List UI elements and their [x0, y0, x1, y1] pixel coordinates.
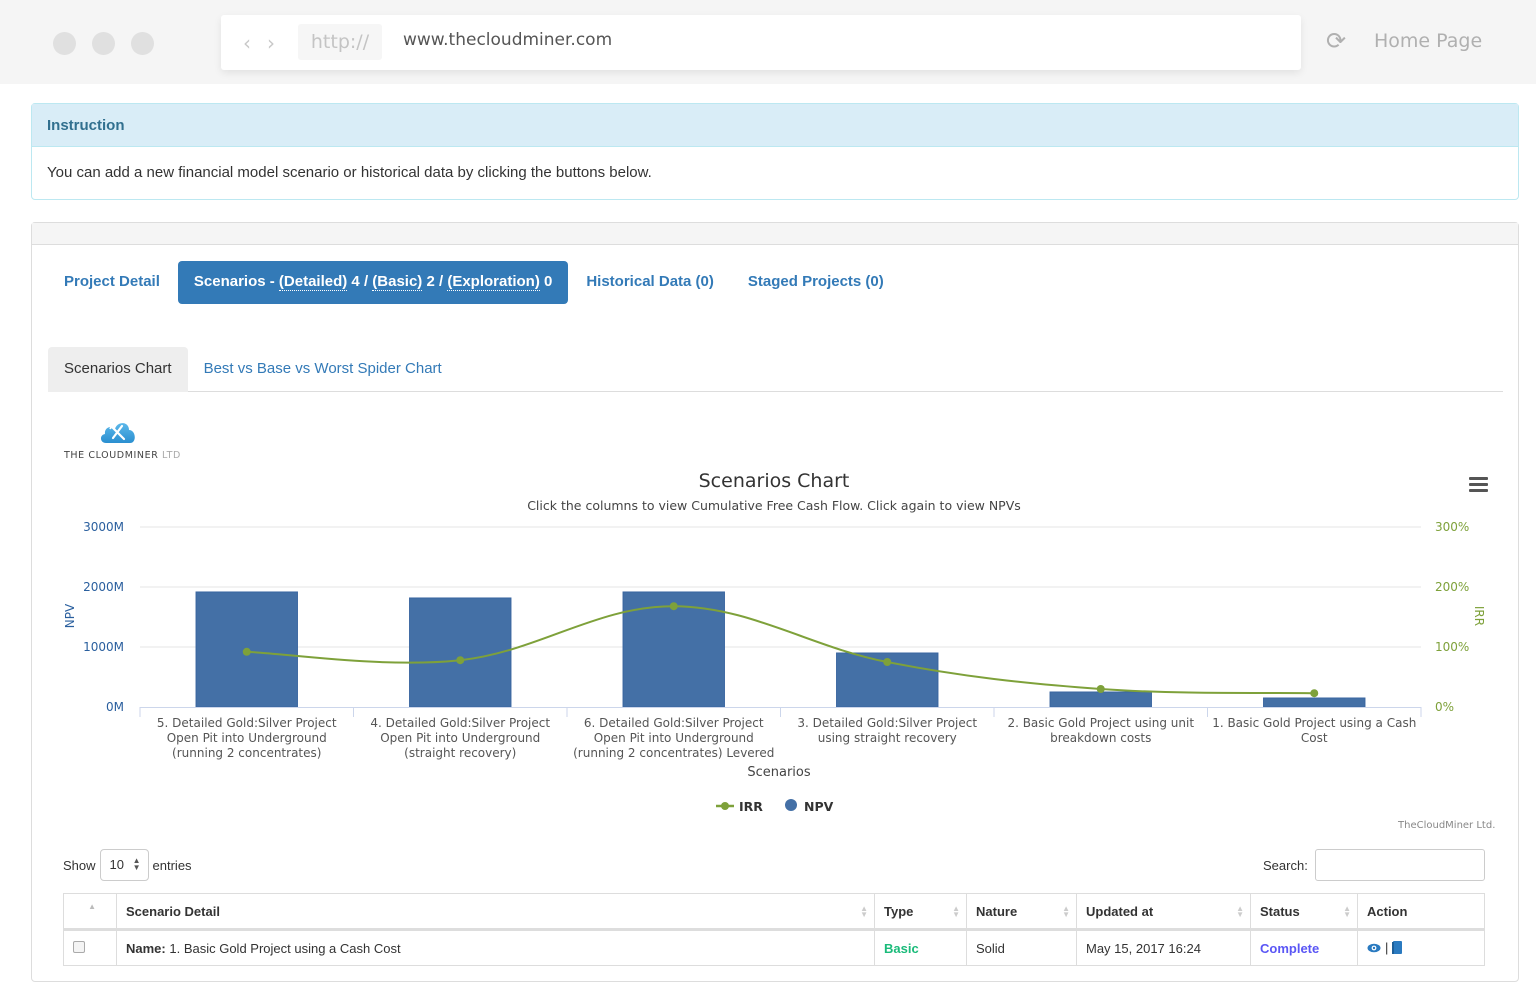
npv-bar[interactable]: [409, 597, 512, 708]
irr-point[interactable]: [883, 658, 892, 666]
x-tick-label: 3. Detailed Gold:Silver Project using str…: [797, 716, 977, 745]
sort-icon: ▲ ▼: [1343, 904, 1351, 919]
home-page-link[interactable]: Home Page: [1374, 30, 1482, 52]
url-text[interactable]: www.thecloudminer.com: [403, 30, 612, 50]
instruction-panel: Instruction You can add a new financial …: [31, 103, 1519, 200]
chart-credits[interactable]: TheCloudMiner Ltd.: [1398, 820, 1495, 831]
y-axis-title: NPV: [63, 603, 77, 628]
chart-menu-icon[interactable]: [1469, 477, 1488, 492]
legend: IRR NPV: [716, 799, 834, 814]
scenarios-chart: Scenarios Chart Click the columns to vie…: [63, 470, 1486, 814]
x-tick-label: 4. Detailed Gold:Silver Project Open Pit …: [370, 716, 550, 760]
column-header-action: Action: [1357, 893, 1485, 931]
legend-npv-label: NPV: [804, 799, 834, 814]
legend-irr-label: IRR: [739, 799, 763, 814]
column-header-select[interactable]: ▲: [63, 893, 117, 931]
y2-tick-label: 100%: [1435, 640, 1469, 654]
select-arrows-icon: ▲ ▼: [132, 856, 141, 872]
search-label: Search:: [1263, 857, 1308, 873]
reload-icon[interactable]: ⟳: [1326, 28, 1346, 54]
x-tick-label: 5. Detailed Gold:Silver Project Open Pit …: [157, 716, 337, 760]
irr-point[interactable]: [456, 656, 465, 665]
x-tick-label: 2. Basic Gold Project using unit breakdow…: [1007, 716, 1194, 745]
type-cell: Basic: [874, 929, 967, 966]
sort-icon: ▲ ▼: [1062, 904, 1070, 919]
y2-tick-label: 300%: [1435, 520, 1469, 534]
column-header-status[interactable]: Status ▲ ▼: [1250, 893, 1358, 931]
instruction-title: Instruction: [32, 104, 1518, 147]
irr-point[interactable]: [1096, 685, 1105, 693]
entries-select[interactable]: 10 ▲ ▼: [99, 849, 149, 881]
legend-item-npv[interactable]: NPV: [785, 799, 834, 814]
protocol-label: http://: [298, 24, 382, 60]
window-close-dot[interactable]: [53, 32, 76, 55]
sort-asc-icon: ▲: [88, 902, 96, 911]
forward-icon[interactable]: ›: [267, 31, 275, 55]
y2-tick-label: 0%: [1435, 700, 1454, 714]
show-label: Show: [63, 857, 96, 873]
x-axis-title: Scenarios: [747, 765, 811, 780]
entries-label: entries: [152, 857, 192, 873]
address-bar[interactable]: ‹ › http:// www.thecloudminer.com: [221, 15, 1301, 70]
search-input[interactable]: [1314, 849, 1485, 881]
y-tick-label: 2000M: [83, 580, 124, 594]
x-tick-label: 1. Basic Gold Project using a Cash Cost: [1212, 716, 1416, 745]
sort-icon: ▲ ▼: [860, 904, 868, 919]
scenarios-table: ▲ Scenario Detail ▲ ▼ Type ▲ ▼ Nature ▲ ▼ Upda…: [63, 893, 1485, 966]
row-checkbox[interactable]: [73, 940, 85, 953]
chart-subtitle: Click the columns to view Cumulative Fre…: [527, 498, 1021, 513]
irr-point[interactable]: [669, 602, 678, 611]
entries-length-control: Show 10 ▲ ▼ entries: [63, 849, 192, 881]
name-label: Name:: [126, 940, 166, 956]
y-tick-label: 0M: [106, 700, 124, 714]
scenario-detail-cell: Name: 1. Basic Gold Project using a Cash…: [116, 929, 875, 966]
sort-icon: ▲ ▼: [952, 904, 960, 919]
legend-item-irr[interactable]: IRR: [716, 799, 763, 814]
view-eye-icon[interactable]: [1367, 943, 1381, 953]
column-header-type[interactable]: Type ▲ ▼: [874, 893, 967, 931]
irr-line: [246, 605, 1315, 695]
instruction-text: You can add a new financial model scenar…: [47, 164, 652, 181]
sort-icon: ▲ ▼: [1236, 904, 1244, 919]
column-header-nature[interactable]: Nature ▲ ▼: [966, 893, 1077, 931]
y-tick-label: 3000M: [83, 520, 124, 534]
npv-legend-marker: [785, 799, 797, 811]
x-tick-label: 6. Detailed Gold:Silver Project Open Pit …: [573, 716, 774, 760]
window-maximize-dot[interactable]: [131, 32, 154, 55]
scenario-name: 1. Basic Gold Project using a Cash Cost: [165, 940, 401, 956]
table-row: Name: 1. Basic Gold Project using a Cash…: [63, 929, 1485, 966]
browser-chrome: ‹ › http:// www.thecloudminer.com ⟳ Home…: [0, 0, 1536, 84]
window-minimize-dot[interactable]: [92, 32, 115, 55]
y2-axis-title: IRR: [1472, 606, 1486, 626]
action-separator: |: [1385, 940, 1389, 956]
nature-cell: Solid: [966, 929, 1077, 966]
chart-title: Scenarios Chart: [699, 470, 850, 492]
action-cell: |: [1357, 929, 1485, 966]
table-search: Search:: [1263, 849, 1485, 881]
main-panel: Project Detail Scenarios - (Detailed) 4 …: [31, 222, 1519, 982]
y-tick-label: 1000M: [83, 640, 124, 654]
entries-value: 10: [109, 857, 124, 872]
column-header-updated-at[interactable]: Updated at ▲ ▼: [1076, 893, 1251, 931]
column-header-scenario-detail[interactable]: Scenario Detail ▲ ▼: [116, 893, 875, 931]
npv-bar[interactable]: [1263, 697, 1366, 708]
irr-point[interactable]: [1310, 689, 1319, 698]
irr-point[interactable]: [242, 647, 251, 656]
status-cell[interactable]: Complete: [1250, 929, 1358, 966]
updated-at-cell: May 15, 2017 16:24: [1076, 929, 1251, 966]
book-icon[interactable]: [1392, 941, 1403, 955]
back-icon[interactable]: ‹: [243, 31, 251, 55]
y2-tick-label: 200%: [1435, 580, 1469, 594]
irr-legend-marker: [721, 802, 729, 810]
npv-bar[interactable]: [1049, 691, 1152, 708]
